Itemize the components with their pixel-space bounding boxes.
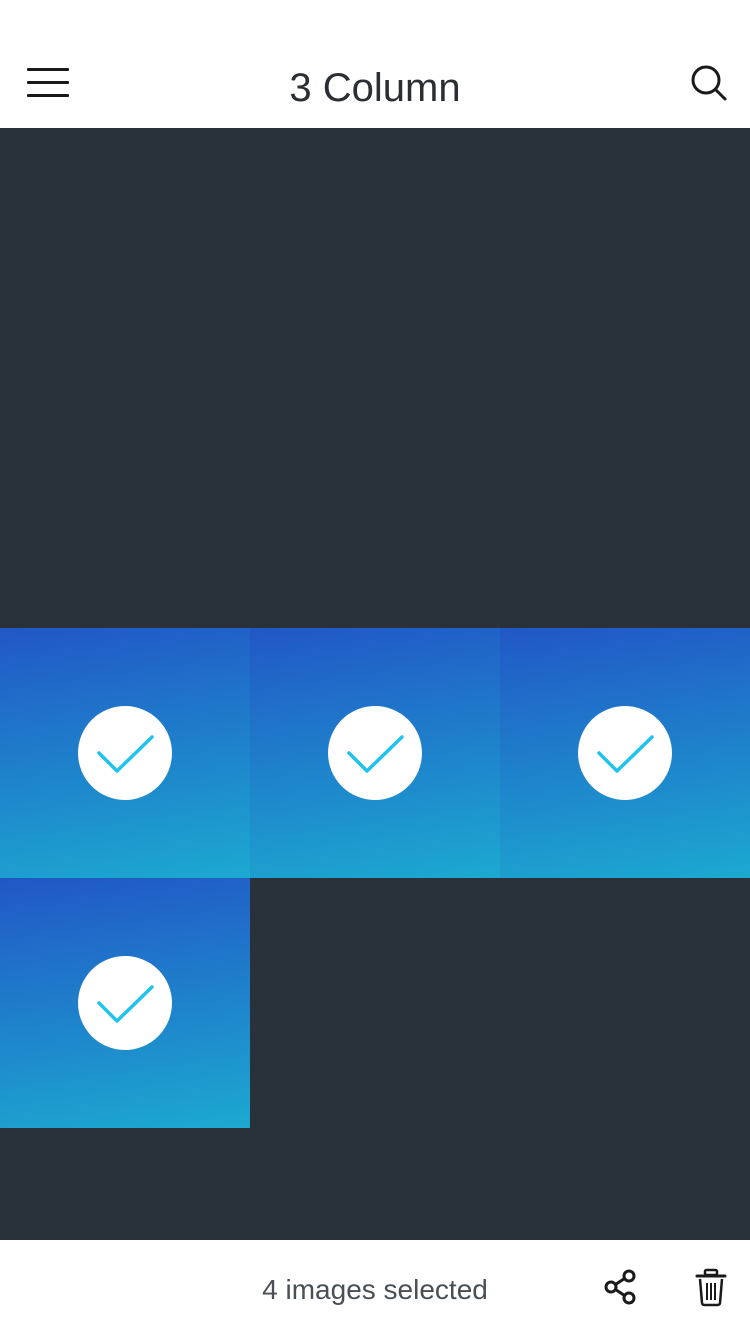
checkmark-icon — [347, 735, 404, 773]
image-grid — [0, 128, 750, 1334]
image-tile[interactable] — [500, 128, 750, 378]
delete-button[interactable] — [690, 1267, 734, 1311]
image-tile[interactable] — [0, 628, 250, 878]
header: 3 Column — [0, 0, 750, 128]
page-title: 3 Column — [289, 66, 461, 110]
checkmark-icon — [97, 985, 154, 1023]
image-tile[interactable] — [250, 378, 500, 628]
photo-grid-screen: 3 Column 4 images selected — [0, 0, 750, 1334]
share-button[interactable] — [600, 1267, 644, 1311]
bottom-action-bar: 4 images selected — [0, 1240, 750, 1334]
search-button[interactable] — [684, 58, 734, 108]
image-tile[interactable] — [500, 878, 750, 1128]
checkmark-icon — [597, 735, 654, 773]
selected-check-badge — [78, 956, 172, 1050]
image-tile[interactable] — [0, 128, 250, 378]
image-tile[interactable] — [500, 378, 750, 628]
search-icon — [691, 65, 727, 101]
image-tile[interactable] — [0, 378, 250, 628]
share-icon — [604, 1269, 636, 1305]
image-tile[interactable] — [250, 628, 500, 878]
image-tile[interactable] — [250, 878, 500, 1128]
image-tile[interactable] — [250, 128, 500, 378]
selected-check-badge — [578, 706, 672, 800]
image-tile[interactable] — [500, 628, 750, 878]
trash-icon — [695, 1268, 727, 1307]
selected-check-badge — [328, 706, 422, 800]
selected-check-badge — [78, 706, 172, 800]
checkmark-icon — [97, 735, 154, 773]
image-tile[interactable] — [0, 878, 250, 1128]
